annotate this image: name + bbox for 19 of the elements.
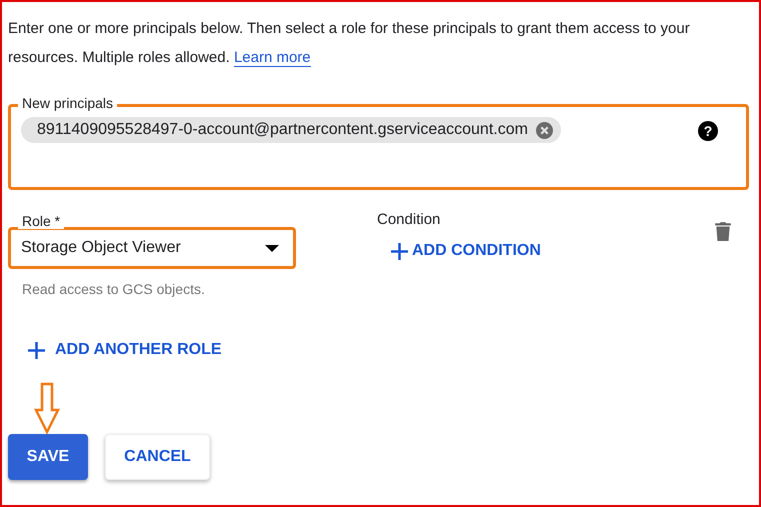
helper-text: Read access to GCS objects. bbox=[22, 281, 206, 297]
remove-icon[interactable] bbox=[536, 122, 553, 138]
intro-text: Enter one or more principals below. Then select a role for these principals to grant them access to your resources. Multiple roles allowed. Learn more bbox=[8, 19, 691, 69]
plus-icon bbox=[391, 242, 408, 260]
caret-icon bbox=[265, 244, 279, 252]
role-select[interactable]: Storage Object Viewer bbox=[8, 227, 296, 269]
principal-chip[interactable]: 8911409095528497-0-account@partnercontent.gserviceaccount.com bbox=[21, 117, 561, 143]
learn-more-link[interactable]: Learn more bbox=[234, 49, 311, 67]
help-icon[interactable]: ? bbox=[698, 121, 718, 141]
field-label: Role * bbox=[18, 213, 64, 229]
plus-icon bbox=[28, 342, 45, 358]
add-another-role-button[interactable]: ADD ANOTHER ROLE bbox=[28, 341, 222, 359]
chip-text: 8911409095528497-0-account@partnercontent.gserviceaccount.com bbox=[37, 121, 528, 139]
field-label: New principals bbox=[18, 95, 118, 111]
condition-label: Condition bbox=[377, 211, 442, 228]
save-button[interactable]: SAVE bbox=[8, 434, 88, 480]
cancel-button[interactable]: CANCEL bbox=[105, 434, 210, 480]
trash-icon[interactable] bbox=[715, 221, 731, 241]
add-condition-button[interactable]: ADD CONDITION bbox=[391, 242, 541, 260]
